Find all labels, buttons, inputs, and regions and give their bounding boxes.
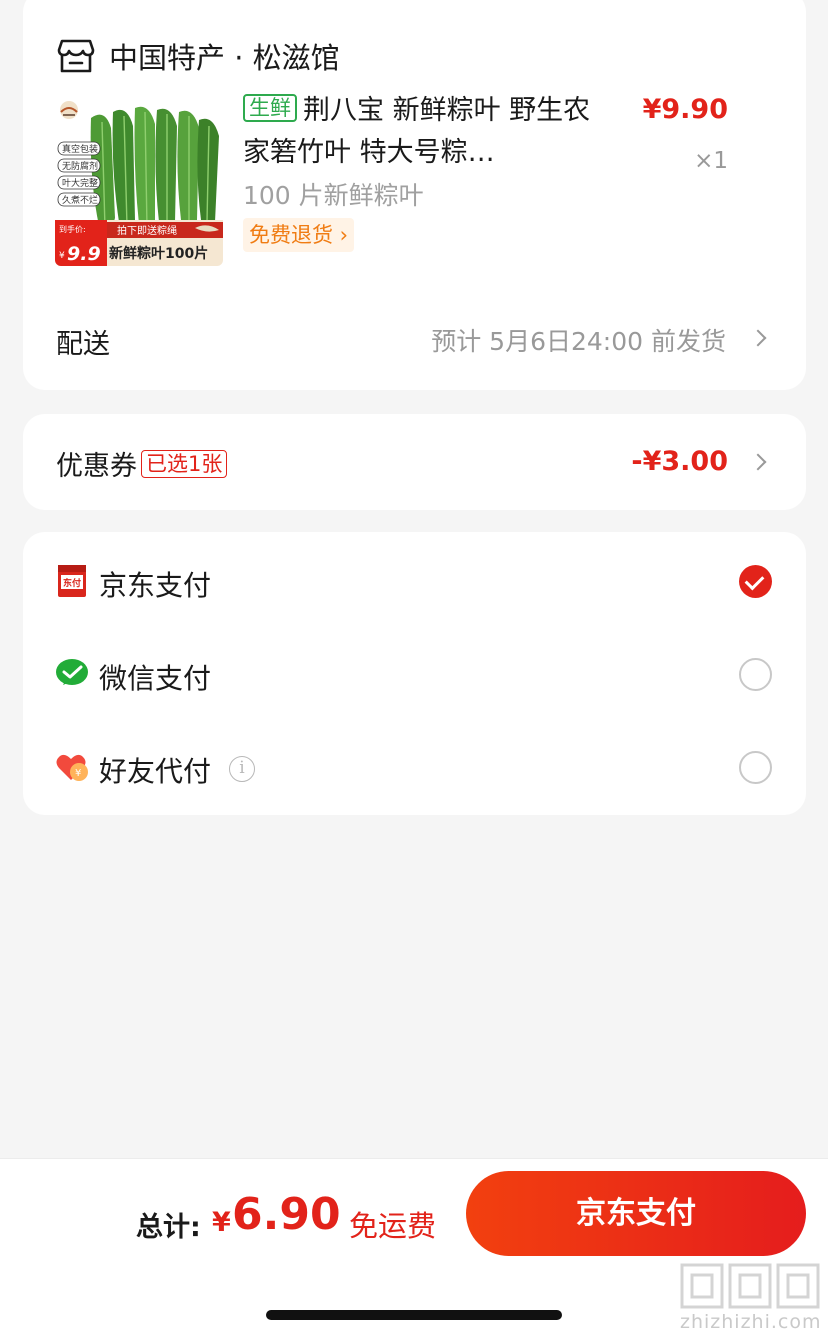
payment-label-friend: 好友代付 <box>99 755 212 788</box>
brand-logo-icon <box>60 101 78 119</box>
svg-text:¥: ¥ <box>75 768 81 779</box>
payment-option-jd[interactable]: 东付 京东支付 <box>23 534 806 626</box>
thumb-badge-1: 真空包装 <box>62 143 98 155</box>
coupon-label-group: 优惠券 已选1张 <box>56 444 228 483</box>
radio-unselected-icon[interactable] <box>739 658 772 691</box>
total-currency: ¥ <box>212 1207 231 1238</box>
thumb-promo-price: 9.9 <box>67 243 101 265</box>
payment-option-wechat[interactable]: 微信支付 <box>23 627 806 719</box>
total-amount: 6.90 <box>232 1189 341 1240</box>
thumb-badge-4: 久煮不烂 <box>62 194 98 206</box>
svg-text:东付: 东付 <box>63 577 81 589</box>
coupon-label: 优惠券 <box>56 451 137 482</box>
thumb-promo-price-label: 到手价: <box>59 224 86 234</box>
free-shipping-label: 免运费 <box>349 1209 437 1243</box>
product-price: ¥9.90 <box>642 94 728 125</box>
payment-methods-card: 东付 京东支付 微信支付 ¥ 好友代付 i <box>23 532 806 815</box>
total-label: 总计: <box>136 1212 201 1243</box>
payment-label-wechat: 微信支付 <box>99 662 212 695</box>
product-title-block[interactable]: 生鲜 荆八宝 新鲜粽叶 野生农家箬竹叶 特大号粽… <box>243 90 598 174</box>
product-quantity: ×1 <box>694 148 728 174</box>
shop-header[interactable]: 中国特产 · 松滋馆 <box>57 36 340 76</box>
coupon-discount: -¥3.00 <box>631 446 728 477</box>
product-thumbnail[interactable]: 真空包装 无防腐剂 叶大完整 久煮不烂 到手价: ¥ 9.9 拍下即送粽绳 新鲜… <box>55 98 223 266</box>
thumb-promo-bottom: 新鲜粽叶100片 <box>109 245 208 262</box>
fresh-tag: 生鲜 <box>243 94 297 122</box>
shop-name: 中国特产 · 松滋馆 <box>109 41 340 75</box>
coupon-row[interactable]: 优惠券 已选1张 -¥3.00 <box>23 414 806 510</box>
jd-pay-icon: 东付 <box>58 565 86 597</box>
watermark-text: zhizhizhi.com <box>680 1311 822 1333</box>
wechat-pay-icon <box>56 659 88 685</box>
product-sku: 100 片新鲜粽叶 <box>243 181 424 210</box>
thumb-promo-top: 拍下即送粽绳 <box>117 224 177 237</box>
pay-button[interactable]: 京东支付 <box>466 1171 806 1256</box>
store-icon <box>57 39 95 73</box>
payment-option-friend[interactable]: ¥ 好友代付 i <box>23 720 806 812</box>
thumb-badge-3: 叶大完整 <box>62 177 98 189</box>
coupon-selected-badge: 已选1张 <box>141 449 228 478</box>
thumb-promo-currency: ¥ <box>59 251 65 261</box>
info-icon[interactable]: i <box>229 756 255 782</box>
checkout-bar: 总计: ¥ 6.90 免运费 京东支付 zhizhizhi.com <box>0 1158 828 1339</box>
payment-label-jd: 京东支付 <box>99 569 212 602</box>
home-indicator[interactable] <box>266 1310 562 1320</box>
bamboo-leaves-image: 真空包装 无防腐剂 叶大完整 久煮不烂 到手价: ¥ 9.9 拍下即送粽绳 新鲜… <box>55 98 223 266</box>
shipping-estimate: 预计 5月6日24:00 前发货 <box>431 327 726 356</box>
chevron-right-icon <box>749 329 767 347</box>
shipping-label: 配送 <box>56 329 110 360</box>
thumb-badge-2: 无防腐剂 <box>62 160 98 172</box>
free-return-tag: 免费退货 › <box>243 218 355 252</box>
order-card: 中国特产 · 松滋馆 真空包装 无防腐剂 叶大完整 久煮不烂 到手价: ¥ 9.… <box>23 0 806 390</box>
radio-unselected-icon[interactable] <box>739 751 772 784</box>
friend-pay-icon: ¥ <box>56 754 88 781</box>
chevron-right-icon <box>749 453 767 471</box>
radio-selected-icon[interactable] <box>739 565 772 598</box>
